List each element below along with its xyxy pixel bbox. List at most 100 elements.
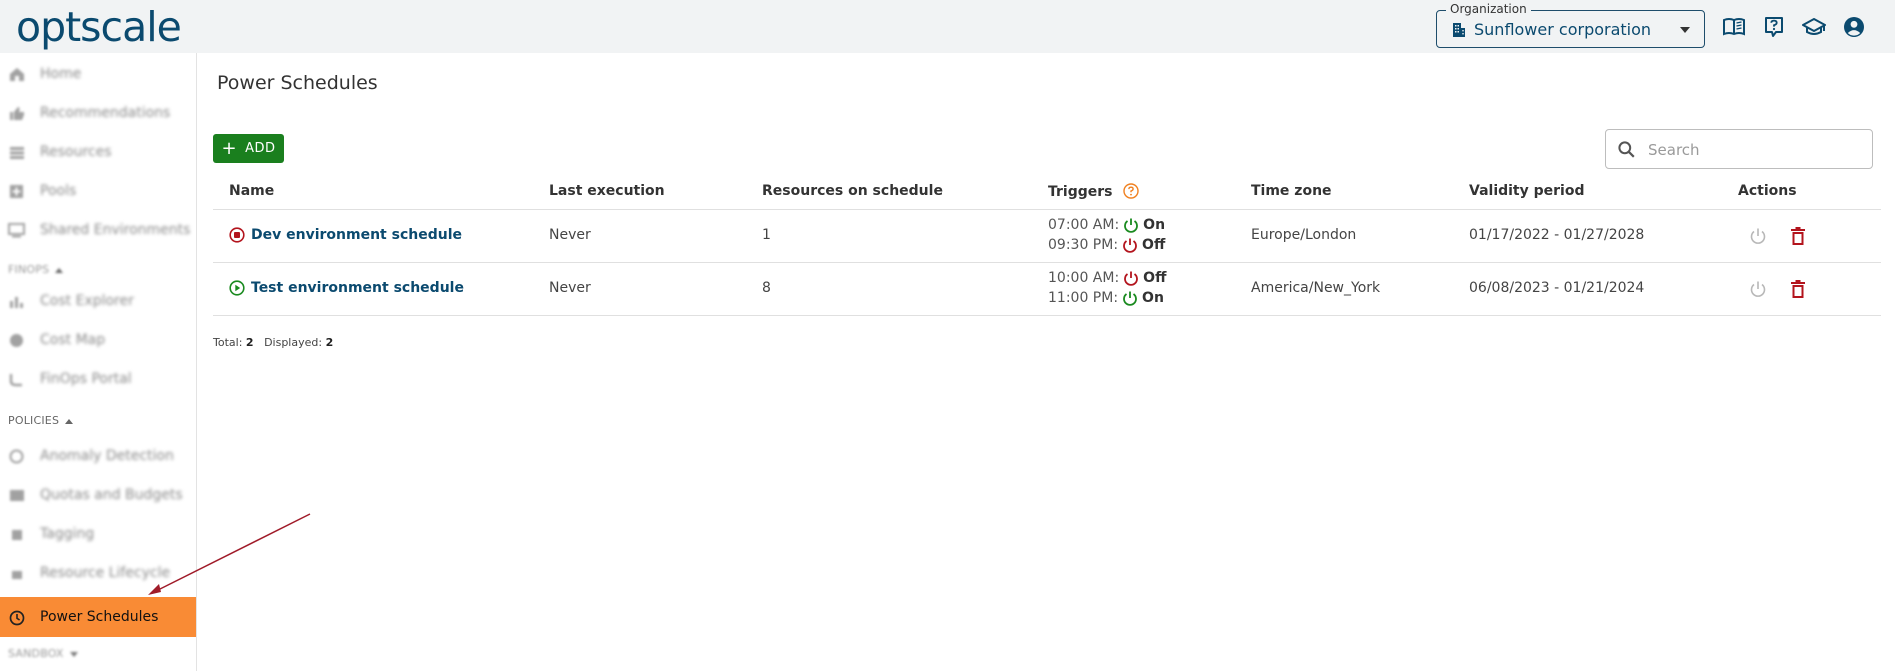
sidebar-item-pools[interactable]: Pools — [0, 172, 196, 210]
power-toggle-button[interactable] — [1748, 279, 1768, 299]
trigger-item: 07:00 AM: On — [1048, 215, 1165, 235]
sidebar-item-quotas-and-budgets[interactable]: Quotas and Budgets — [0, 476, 196, 514]
trigger-time: 11:00 PM: — [1048, 290, 1119, 306]
optscale-logo[interactable]: optscale — [16, 3, 182, 51]
power-toggle-button[interactable] — [1748, 226, 1768, 246]
power-icon — [1750, 228, 1766, 244]
sidebar: Home Recommendations Resources Pools Sha… — [0, 53, 197, 671]
last-execution: Never — [549, 227, 591, 243]
delete-button[interactable] — [1788, 279, 1808, 299]
chevron-up-icon — [55, 267, 64, 273]
sidebar-item-label: Cost Map — [40, 332, 106, 348]
sidebar-item-label: Cost Explorer — [40, 293, 134, 309]
chevron-up-icon — [65, 418, 74, 424]
sidebar-item-power-schedules[interactable]: Power Schedules — [0, 597, 196, 637]
sidebar-item-anomaly-detection[interactable]: Anomaly Detection — [0, 437, 196, 475]
power-on-icon — [1123, 291, 1137, 306]
row-divider — [213, 315, 1881, 316]
displayed-label: Displayed: — [264, 336, 323, 349]
help-circle-icon[interactable] — [1123, 183, 1140, 199]
schedule-name-link[interactable]: Test environment schedule — [251, 280, 464, 296]
time-zone: Europe/London — [1251, 227, 1357, 243]
lifecycle-icon — [8, 565, 25, 582]
add-button[interactable]: + ADD — [213, 134, 284, 163]
sidebar-item-resources[interactable]: Resources — [0, 133, 196, 171]
page-title: Power Schedules — [217, 72, 378, 94]
column-header-actions: Actions — [1738, 183, 1797, 199]
table-row: Dev environment schedule Never 1 07:00 A… — [213, 210, 1881, 263]
globe-icon — [8, 332, 25, 349]
search-field[interactable] — [1605, 129, 1873, 169]
account-icon[interactable] — [1841, 14, 1867, 40]
sidebar-item-label: Pools — [40, 183, 77, 199]
delete-icon — [1791, 226, 1805, 245]
sidebar-item-label: Power Schedules — [40, 609, 159, 625]
power-icon — [1750, 281, 1766, 297]
building-icon — [1453, 23, 1465, 37]
power-off-icon — [1123, 238, 1137, 253]
sidebar-item-cost-map[interactable]: Cost Map — [0, 321, 196, 359]
trigger-state: Off — [1142, 237, 1166, 253]
sidebar-item-label: Home — [40, 66, 82, 82]
quota-icon — [8, 487, 25, 504]
home-icon — [8, 66, 25, 83]
add-button-label: ADD — [245, 141, 276, 156]
schedule-name-link[interactable]: Dev environment schedule — [251, 227, 462, 243]
anomaly-icon — [8, 448, 25, 465]
sidebar-item-cost-explorer[interactable]: Cost Explorer — [0, 282, 196, 320]
sidebar-item-label: Shared Environments — [40, 222, 191, 238]
triggers-cell: 10:00 AM: Off 11:00 PM: On — [1048, 268, 1166, 308]
triggers-cell: 07:00 AM: On 09:30 PM: Off — [1048, 215, 1165, 255]
section-finops[interactable]: FINOPS — [8, 263, 64, 276]
thumb-up-icon — [8, 105, 25, 122]
section-sandbox[interactable]: SANDBOX — [8, 647, 78, 660]
column-header-resources[interactable]: Resources on schedule — [762, 183, 943, 199]
trigger-item: 11:00 PM: On — [1048, 288, 1166, 308]
column-header-last-execution[interactable]: Last execution — [549, 183, 665, 199]
last-execution: Never — [549, 280, 591, 296]
validity-period: 06/08/2023 - 01/21/2024 — [1469, 280, 1645, 296]
sidebar-item-recommendations[interactable]: Recommendations — [0, 94, 196, 132]
organization-value: Sunflower corporation — [1474, 20, 1652, 39]
trigger-item: 09:30 PM: Off — [1048, 235, 1165, 255]
column-header-validity-period[interactable]: Validity period — [1469, 183, 1585, 199]
sidebar-item-home[interactable]: Home — [0, 55, 196, 93]
resources-count: 8 — [762, 280, 771, 296]
table-row: Test environment schedule Never 8 10:00 … — [213, 263, 1881, 316]
section-policies[interactable]: POLICIES — [8, 414, 74, 427]
trigger-time: 07:00 AM: — [1048, 217, 1120, 233]
organization-label: Organization — [1446, 2, 1531, 16]
validity-period: 01/17/2022 - 01/27/2028 — [1469, 227, 1645, 243]
power-on-icon — [1124, 218, 1139, 233]
trigger-time: 09:30 PM: — [1048, 237, 1119, 253]
delete-button[interactable] — [1788, 226, 1808, 246]
search-input[interactable] — [1646, 138, 1865, 162]
organization-select[interactable]: Organization Sunflower corporation — [1436, 2, 1705, 48]
total-value: 2 — [245, 336, 254, 349]
sidebar-item-shared-environments[interactable]: Shared Environments — [0, 211, 196, 249]
sidebar-item-finops-portal[interactable]: FinOps Portal — [0, 360, 196, 398]
delete-icon — [1791, 279, 1805, 298]
column-header-triggers[interactable]: Triggers — [1048, 183, 1140, 200]
pool-icon — [8, 183, 25, 200]
trigger-state: On — [1142, 290, 1164, 306]
resources-count: 1 — [762, 227, 771, 243]
help-icon[interactable] — [1761, 14, 1787, 40]
sidebar-item-resource-lifecycle[interactable]: Resource Lifecycle — [0, 554, 196, 592]
chevron-down-icon — [69, 651, 78, 657]
total-label: Total: — [213, 336, 243, 349]
column-header-name[interactable]: Name — [229, 183, 274, 199]
documentation-icon[interactable] — [1721, 14, 1747, 40]
school-icon[interactable] — [1801, 14, 1827, 40]
sidebar-item-label: Resources — [40, 144, 112, 160]
column-header-time-zone[interactable]: Time zone — [1251, 183, 1332, 199]
sidebar-item-tagging[interactable]: Tagging — [0, 515, 196, 553]
sidebar-item-label: Quotas and Budgets — [40, 487, 183, 503]
trigger-item: 10:00 AM: Off — [1048, 268, 1166, 288]
chevron-down-icon — [1680, 27, 1690, 33]
power-off-icon — [1124, 271, 1139, 286]
monitor-icon — [8, 222, 25, 239]
displayed-value: 2 — [325, 336, 334, 349]
portal-icon — [8, 371, 25, 388]
plus-icon: + — [221, 137, 238, 159]
